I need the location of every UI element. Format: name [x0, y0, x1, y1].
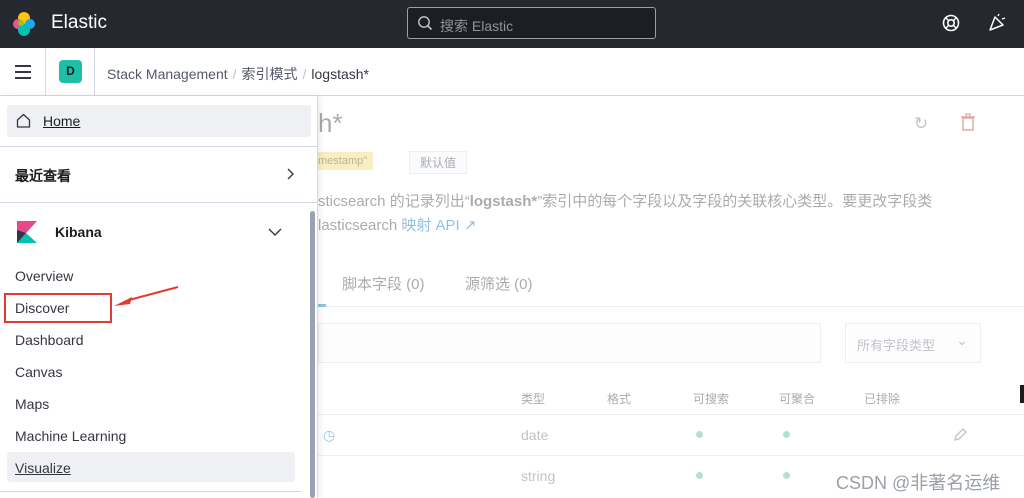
highlight-box [4, 293, 112, 323]
home-icon [16, 113, 31, 128]
aggregatable-dot [783, 472, 790, 479]
kibana-section-label: Kibana [55, 224, 102, 240]
col-excluded[interactable]: 已排除 [864, 390, 900, 407]
tab-scripted-fields[interactable]: 脚本字段 (0) [342, 273, 425, 294]
breadcrumb-bar: D Stack Management / 索引模式 / logstash* [0, 48, 1024, 96]
nav-item-maps[interactable]: Maps [7, 388, 295, 418]
active-tab-indicator [318, 304, 326, 307]
aggregatable-dot [783, 431, 790, 438]
nav-recently-viewed[interactable]: 最近查看 [0, 148, 318, 200]
col-format[interactable]: 格式 [607, 390, 631, 407]
description-line-1: sticsearch 的记录列出“logstash*”索引中的每个字段以及字段的… [318, 193, 933, 210]
table-row-type: date [521, 427, 549, 443]
nav-item-visualize[interactable]: Visualize [7, 452, 295, 482]
searchable-dot [696, 472, 703, 479]
chevron-right-icon [287, 168, 294, 180]
nav-scrollbar[interactable] [310, 211, 315, 498]
menu-toggle-button[interactable] [0, 48, 46, 96]
breadcrumb-stack-management[interactable]: Stack Management [107, 66, 228, 82]
watermark: CSDN @非著名运维 [836, 473, 1001, 493]
default-badge: 默认值 [409, 151, 468, 174]
nav-item-dashboard[interactable]: Dashboard [7, 324, 295, 354]
breadcrumb-current: logstash* [311, 66, 369, 82]
hamburger-icon [15, 65, 31, 67]
elastic-logo-icon[interactable] [11, 11, 37, 37]
col-searchable[interactable]: 可搜索 [693, 390, 729, 407]
search-placeholder: 搜索 Elastic [440, 18, 514, 34]
breadcrumb: Stack Management / 索引模式 / logstash* [107, 66, 369, 82]
newsfeed-icon[interactable] [987, 13, 1007, 33]
space-selector[interactable]: D [46, 48, 95, 96]
brand-title[interactable]: Elastic [51, 12, 107, 34]
search-icon [418, 16, 433, 31]
field-type-select[interactable]: 所有字段类型 ⌄ [845, 323, 981, 363]
description-line-2: lasticsearch 映射 API ↗ [318, 217, 477, 234]
recently-viewed-label: 最近查看 [15, 168, 71, 184]
space-avatar: D [59, 60, 82, 83]
help-icon[interactable] [941, 13, 961, 33]
top-header: Elastic 搜索 Elastic [0, 0, 1024, 48]
nav-item-machine-learning[interactable]: Machine Learning [7, 420, 295, 450]
refresh-icon[interactable]: ↻ [914, 114, 928, 134]
index-pattern-page: h* ↻ mestamp" 默认值 sticsearch 的记录列出“logst… [318, 96, 1024, 498]
annotation-arrow-icon [114, 286, 179, 306]
col-aggregatable[interactable]: 可聚合 [779, 390, 815, 407]
global-search-input[interactable]: 搜索 Elastic [407, 7, 656, 39]
field-search-input[interactable] [318, 323, 821, 363]
nav-home-label: Home [43, 113, 81, 129]
trash-icon[interactable] [960, 113, 976, 131]
nav-home[interactable]: Home [7, 105, 311, 137]
nav-item-canvas[interactable]: Canvas [7, 356, 295, 386]
window-edge [1020, 385, 1024, 403]
col-type[interactable]: 类型 [521, 390, 545, 407]
timestamp-badge: mestamp" [318, 152, 374, 170]
chevron-down-icon: ⌄ [956, 332, 968, 348]
kibana-logo-icon [17, 221, 37, 243]
tab-source-filters[interactable]: 源筛选 (0) [465, 273, 533, 294]
nav-section-kibana[interactable]: Kibana [0, 212, 318, 252]
external-link-icon: ↗ [459, 217, 477, 234]
page-title: h* [318, 108, 343, 138]
table-row-type: string [521, 468, 556, 484]
chevron-down-icon [268, 228, 282, 236]
searchable-dot [696, 431, 703, 438]
clock-icon: ◷ [323, 427, 336, 443]
mapping-api-link[interactable]: 映射 API [401, 217, 459, 234]
breadcrumb-index-patterns[interactable]: 索引模式 [242, 66, 298, 82]
pencil-icon[interactable] [952, 427, 968, 443]
